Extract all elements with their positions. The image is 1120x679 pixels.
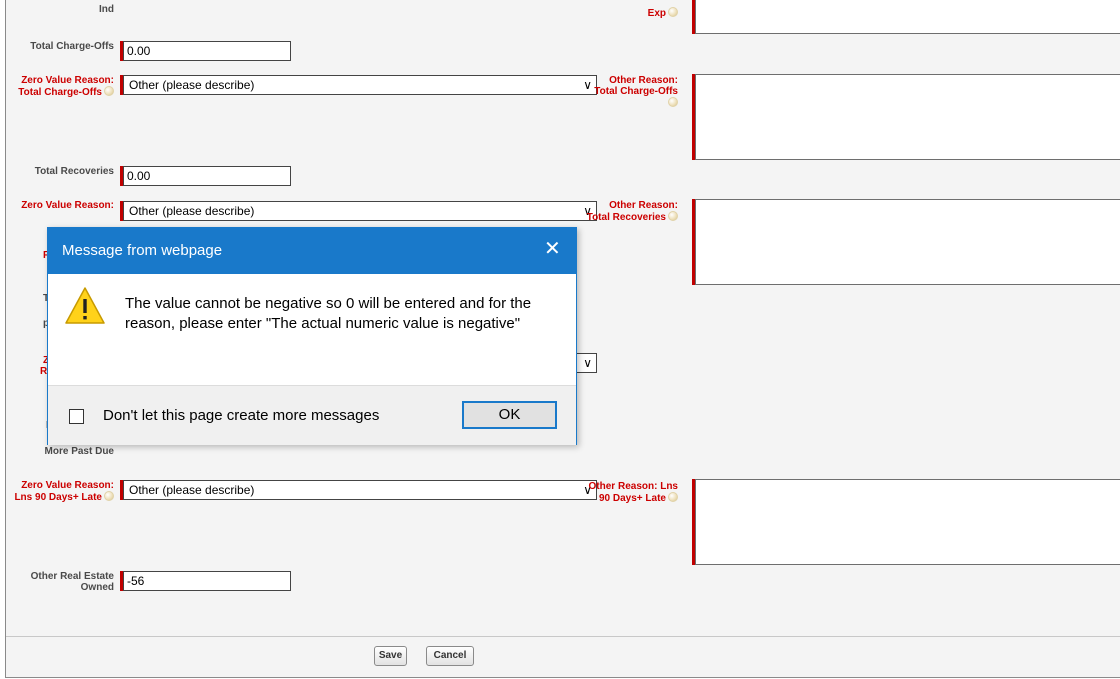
occluded-select[interactable]: ∨: [576, 353, 597, 373]
field-label-total-charge-offs: Total Charge-Offs: [30, 41, 114, 52]
close-icon[interactable]: ✕: [544, 237, 561, 261]
help-icon[interactable]: [104, 86, 114, 96]
zero-reason-lns90-select[interactable]: Other (please describe) ∨: [123, 480, 597, 500]
field-label-zero-reason-charge-offs: Zero Value Reason: Total Charge-Offs: [18, 75, 114, 98]
dialog-message: The value cannot be negative so 0 will b…: [125, 295, 532, 332]
cancel-button[interactable]: Cancel: [426, 646, 474, 666]
field-label-total-recoveries: Total Recoveries: [34, 166, 114, 177]
dialog-titlebar: Message from webpage ✕: [48, 228, 576, 274]
footer-divider: [6, 636, 1120, 637]
total-charge-offs-input[interactable]: 0.00: [123, 41, 291, 61]
field-label-zero-reason-lns90: Zero Value Reason: Lns 90 Days+ Late: [14, 480, 114, 503]
suppress-messages-label[interactable]: Don't let this page create more messages: [103, 407, 379, 424]
dialog-title: Message from webpage: [62, 242, 223, 259]
save-button[interactable]: Save: [374, 646, 407, 666]
help-icon[interactable]: [668, 211, 678, 221]
field-label-zero-reason-recoveries: Zero Value Reason:: [21, 200, 114, 211]
zero-reason-charge-offs-select[interactable]: Other (please describe) ∨: [123, 75, 597, 95]
dialog-footer: Don't let this page create more messages…: [48, 385, 576, 445]
zero-reason-recoveries-select[interactable]: Other (please describe) ∨: [123, 201, 597, 221]
other-reason-lns90-textarea[interactable]: [695, 479, 1120, 565]
message-dialog: Message from webpage ✕ The value cannot …: [47, 227, 577, 445]
chevron-down-icon: ∨: [583, 356, 592, 370]
field-label-other-reason-charge-offs: Other Reason: Total Charge-Offs: [586, 75, 678, 109]
ok-button[interactable]: OK: [462, 401, 557, 429]
field-label-other-real-estate-owned: Other Real Estate Owned: [30, 571, 114, 593]
warning-icon: [65, 287, 105, 324]
total-recoveries-input[interactable]: 0.00: [123, 166, 291, 186]
other-real-estate-owned-input[interactable]: -56: [123, 571, 291, 591]
field-label-exp: Exp: [586, 7, 678, 19]
field-label-other-reason-recoveries: Other Reason: Total Recoveries: [586, 200, 678, 223]
textarea-exp[interactable]: [695, 0, 1120, 34]
help-icon[interactable]: [104, 491, 114, 501]
field-label-ind: Ind: [99, 4, 114, 15]
help-icon[interactable]: [668, 492, 678, 502]
other-reason-charge-offs-textarea[interactable]: [695, 74, 1120, 160]
help-icon[interactable]: [668, 97, 678, 107]
suppress-messages-checkbox[interactable]: [69, 409, 84, 424]
help-icon[interactable]: [668, 7, 678, 17]
field-label-other-reason-lns90: Other Reason: Lns 90 Days+ Late: [588, 481, 678, 504]
field-label-more-past-due: More Past Due: [44, 446, 114, 457]
other-reason-recoveries-textarea[interactable]: [695, 199, 1120, 285]
